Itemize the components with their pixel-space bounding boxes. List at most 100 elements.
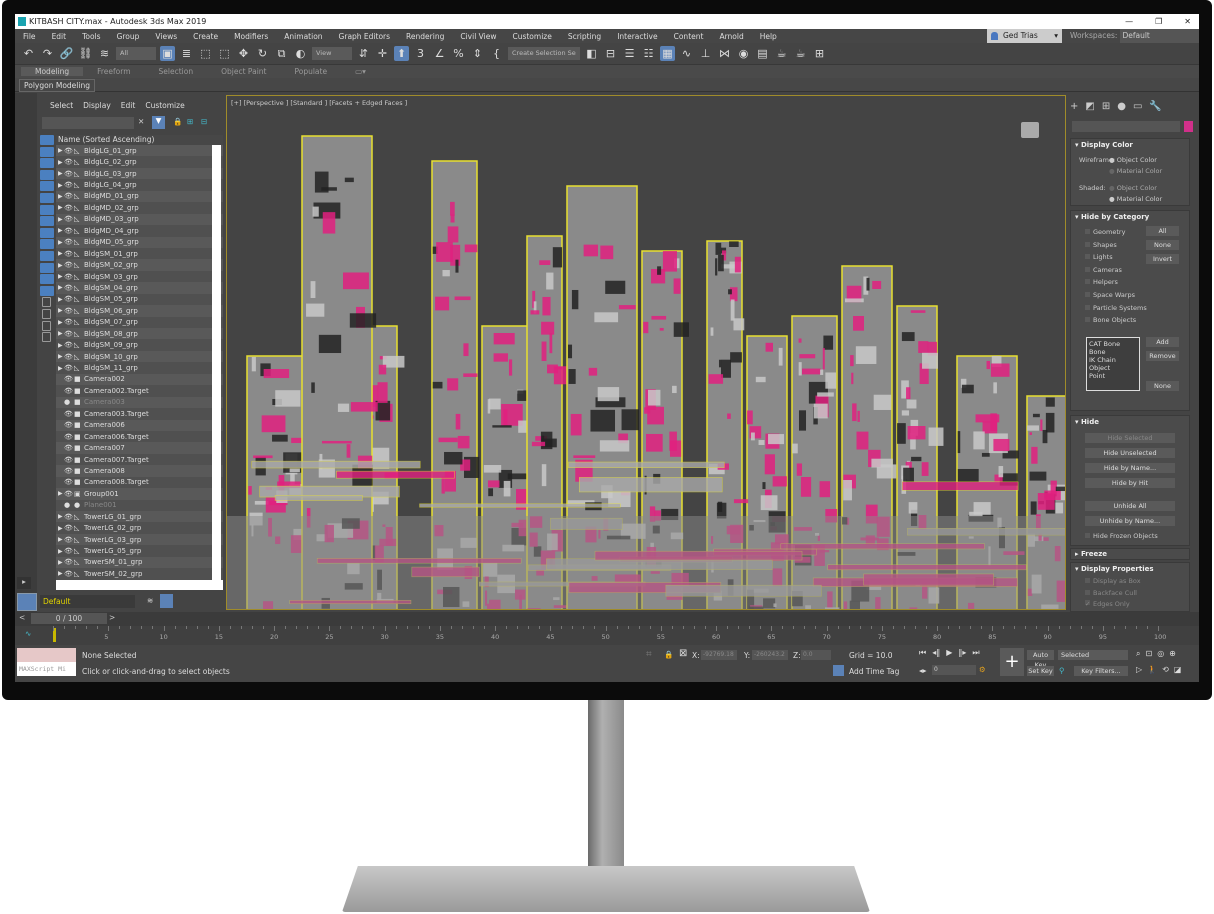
category-invert-button[interactable]: Invert	[1146, 254, 1179, 264]
layer-dropdown[interactable]: Default	[40, 595, 135, 608]
expand-arrow-icon[interactable]: ▶	[56, 525, 64, 532]
rollout-title[interactable]: ▾ Hide by Category	[1071, 211, 1189, 223]
align-icon[interactable]: ⊟	[603, 46, 618, 61]
category-list[interactable]: CAT Bone Bone IK Chain Object Point	[1086, 337, 1140, 391]
ribbon-options-icon[interactable]: ▭▾	[341, 67, 380, 76]
list-item[interactable]: ▶ 👁 ◺ BldgLG_01_grp	[56, 145, 223, 157]
mirror-icon[interactable]: ◧	[584, 46, 599, 61]
list-item[interactable]: ▶ 👁 ◺ BldgLG_02_grp	[56, 156, 223, 167]
eye-icon[interactable]: 👁	[64, 433, 74, 441]
motion-tab-icon[interactable]: ●	[1117, 101, 1126, 112]
auto-key-button[interactable]: Auto Key	[1027, 650, 1054, 669]
filter-lights-icon[interactable]	[40, 158, 54, 169]
zoom-all-icon[interactable]: ⊡	[1145, 649, 1152, 659]
menu-scripting[interactable]: Scripting	[560, 32, 609, 41]
schematic-view-icon[interactable]: ⋈	[717, 46, 732, 61]
list-item[interactable]: 👁 ■ Camera006	[56, 419, 223, 431]
filter-xrefs-icon[interactable]	[40, 216, 54, 227]
object-name-input[interactable]	[1072, 121, 1180, 132]
eye-icon[interactable]: 👁	[64, 158, 74, 166]
eye-icon[interactable]: 👁	[64, 341, 74, 349]
zoom-icon[interactable]: ⌕	[1136, 649, 1140, 659]
rollout-title[interactable]: ▾ Hide	[1071, 416, 1189, 428]
add-time-tag[interactable]: Add Time Tag	[849, 667, 899, 676]
z-coordinate-field[interactable]: 0.0	[801, 650, 831, 660]
expand-arrow-icon[interactable]: ▶	[56, 307, 64, 314]
expand-arrow-icon[interactable]: ▶	[56, 559, 64, 566]
expand-arrow-icon[interactable]: ▶	[56, 490, 64, 497]
menu-views[interactable]: Views	[147, 32, 185, 41]
curve-editor-icon[interactable]: ∿	[679, 46, 694, 61]
list-item[interactable]: ▶ 👁 ◺ BldgMD_05_grp	[56, 236, 223, 248]
category-checkbox-helpers[interactable]: Helpers	[1085, 278, 1118, 286]
menu-help[interactable]: Help	[752, 32, 785, 41]
modify-tab-icon[interactable]: ◩	[1085, 101, 1094, 112]
list-item[interactable]: 👁 ■ Camera007.Target	[56, 454, 223, 465]
rect-selection-icon[interactable]: ⬚	[198, 46, 213, 61]
workspace-dropdown[interactable]: Default	[1120, 29, 1199, 43]
select-object-icon[interactable]: ▣	[160, 46, 175, 61]
viewcube[interactable]	[1021, 122, 1039, 138]
layers-icon[interactable]: ≋	[147, 596, 153, 605]
select-by-name-icon[interactable]: ≣	[179, 46, 194, 61]
viewport-layout-icon[interactable]	[17, 593, 37, 611]
expand-arrow-icon[interactable]: ▶	[56, 513, 64, 520]
eye-icon[interactable]: 👁	[64, 375, 74, 383]
set-key-button[interactable]: Set Key	[1027, 666, 1054, 676]
undo-icon[interactable]: ↶	[21, 46, 36, 61]
filter-local-icon[interactable]	[42, 332, 51, 343]
expand-arrow-icon[interactable]: ▶	[56, 330, 64, 337]
list-item[interactable]: 👁 ■ Camera007	[56, 442, 223, 454]
display-property-checkbox[interactable]: Display as Box	[1085, 577, 1141, 585]
list-none-button[interactable]: None	[1146, 381, 1179, 391]
category-none-button[interactable]: None	[1146, 240, 1179, 250]
eye-icon[interactable]: 👁	[64, 147, 74, 155]
expand-arrow-icon[interactable]: ▶	[56, 147, 64, 154]
lock-icon[interactable]: 🔒	[173, 117, 182, 126]
category-checkbox-space-warps[interactable]: Space Warps	[1085, 291, 1135, 299]
hide-button-5[interactable]: Unhide by Name...	[1085, 516, 1175, 526]
list-item[interactable]: ▶ 👁 ◺ BldgMD_04_grp	[56, 225, 223, 236]
object-color-swatch[interactable]	[1184, 121, 1193, 132]
eye-icon[interactable]: 👁	[64, 547, 74, 555]
horizontal-scrollbar[interactable]	[56, 580, 223, 590]
list-item[interactable]: 👁 ■ Camera002	[56, 373, 223, 386]
hierarchy-icon[interactable]: ⊞	[187, 117, 193, 126]
rendered-frame-icon[interactable]: ☕	[774, 46, 789, 61]
select-manipulate-icon[interactable]: ✛	[375, 46, 390, 61]
eye-icon[interactable]: 👁	[64, 215, 74, 223]
list-item[interactable]: ▶ 👁 ◺ BldgSM_11_grp	[56, 362, 223, 373]
hide-button-0[interactable]: Hide Selected	[1085, 433, 1175, 443]
go-to-end-icon[interactable]: ⏭	[972, 648, 979, 658]
dope-sheet-icon[interactable]: ⊥	[698, 46, 713, 61]
menu-create[interactable]: Create	[185, 32, 226, 41]
filter-spacewarps-icon[interactable]	[40, 192, 54, 203]
filter-find-icon[interactable]	[42, 320, 51, 331]
edit-named-selection-icon[interactable]: {	[489, 46, 504, 61]
filter-helpers-icon[interactable]	[40, 181, 54, 192]
eye-icon[interactable]: 👁	[64, 192, 74, 200]
rollout-title[interactable]: ▾ Display Color	[1071, 139, 1189, 151]
expand-arrow-icon[interactable]: ▶	[56, 319, 64, 326]
restore-button[interactable]: ❐	[1155, 14, 1162, 29]
filter-display-all-icon[interactable]	[40, 274, 54, 285]
eye-icon[interactable]: 👁	[64, 261, 74, 269]
next-key-icon[interactable]: ‖▸	[958, 648, 966, 658]
hide-button-2[interactable]: Hide by Name...	[1085, 463, 1175, 473]
toggle-ribbon-icon[interactable]: ▦	[660, 46, 675, 61]
menu-edit[interactable]: Edit	[44, 32, 75, 41]
filter-bones-icon[interactable]	[40, 227, 54, 238]
menu-group[interactable]: Group	[109, 32, 148, 41]
rollout-title[interactable]: ▸ Freeze	[1071, 549, 1189, 560]
go-to-start-icon[interactable]: ⏮	[919, 648, 926, 658]
filter-invert-icon[interactable]	[42, 297, 51, 308]
list-item[interactable]: 👁 ■ Camera006.Target	[56, 431, 223, 442]
expand-icon[interactable]: ▸	[17, 577, 31, 589]
time-config-icon[interactable]: ⚙	[979, 665, 986, 674]
hidden-icon[interactable]: ●	[64, 501, 74, 509]
list-item[interactable]: ▶ 👁 ◺ TowerLG_05_grp	[56, 545, 223, 556]
menu-modifiers[interactable]: Modifiers	[226, 32, 276, 41]
time-slider[interactable]: < 0 / 100 >	[15, 612, 1199, 626]
utilities-tab-icon[interactable]: 🔧	[1149, 101, 1161, 112]
eye-icon[interactable]: 👁	[64, 387, 74, 395]
